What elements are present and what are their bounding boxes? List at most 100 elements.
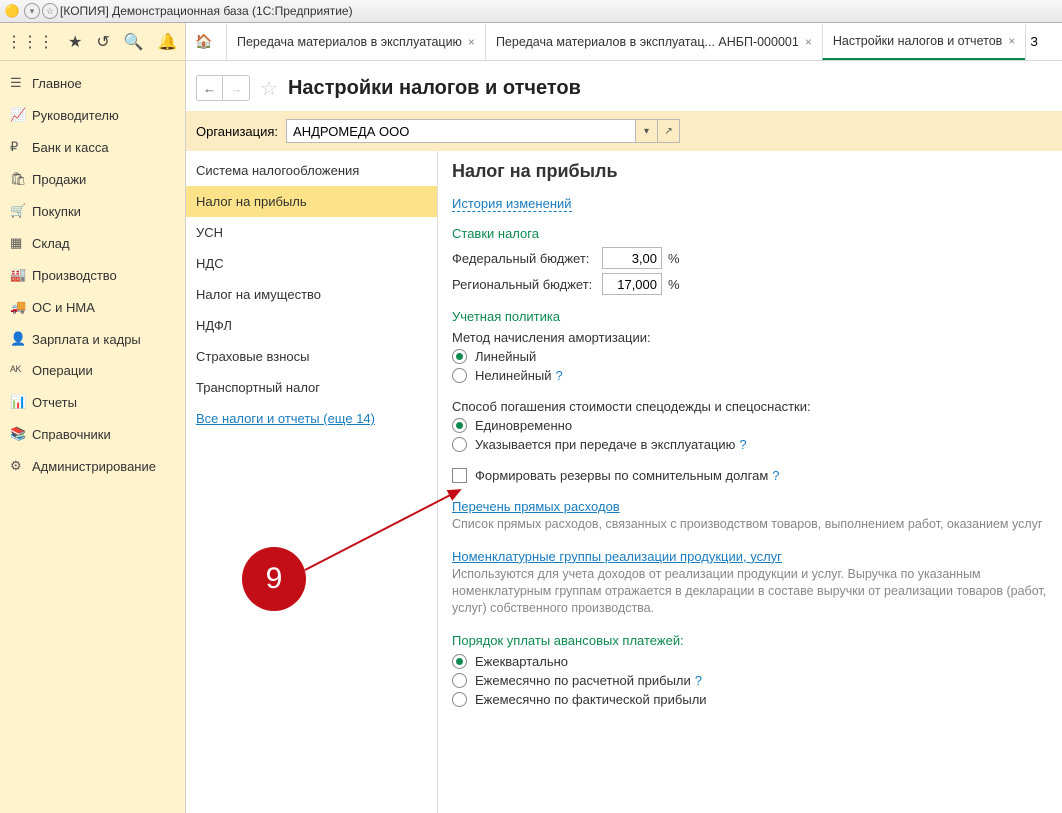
nav-label: Операции (32, 363, 93, 378)
reg-input[interactable] (602, 273, 662, 295)
subnav-item-4[interactable]: Налог на имущество (186, 279, 437, 310)
amort-opt-nonlinear: Нелинейный (475, 368, 552, 383)
nav-item-11[interactable]: 📚Справочники (0, 418, 185, 450)
subnav-item-0[interactable]: Система налогообложения (186, 155, 437, 186)
subnav-item-6[interactable]: Страховые взносы (186, 341, 437, 372)
nav-icon: 🚚 (10, 299, 32, 315)
tab-label: Передача материалов в эксплуатац... АНБП… (496, 35, 799, 49)
spets-radio-once[interactable] (452, 418, 467, 433)
org-input[interactable] (286, 119, 636, 143)
close-icon[interactable]: × (468, 35, 475, 49)
nav-label: Покупки (32, 204, 81, 219)
subnav-item-7[interactable]: Транспортный налог (186, 372, 437, 403)
subnav-item-5[interactable]: НДФЛ (186, 310, 437, 341)
org-label: Организация: (196, 124, 278, 139)
fed-input[interactable] (602, 247, 662, 269)
subnav-item-2[interactable]: УСН (186, 217, 437, 248)
page-title: Настройки налогов и отчетов (288, 77, 581, 100)
search-icon[interactable]: 🔍 (124, 32, 144, 52)
apps-icon[interactable]: ⋮⋮⋮ (6, 32, 54, 52)
nav-label: Производство (32, 268, 117, 283)
advance-radio-quarterly[interactable] (452, 654, 467, 669)
window-title-bar: 🟡 ▾ ☆ [КОПИЯ] Демонстрационная база (1С:… (0, 0, 1062, 23)
advance-opt-2: Ежемесячно по фактической прибыли (475, 692, 707, 707)
spets-opt-once: Единовременно (475, 418, 572, 433)
nav-item-4[interactable]: 🛒Покупки (0, 195, 185, 227)
direct-expenses-link[interactable]: Перечень прямых расходов (452, 499, 620, 514)
close-icon[interactable]: × (805, 35, 812, 49)
nav-item-12[interactable]: ⚙Администрирование (0, 450, 185, 482)
spets-radio-transfer[interactable] (452, 437, 467, 452)
help-icon[interactable]: ? (772, 468, 779, 483)
nav-label: ОС и НМА (32, 300, 95, 315)
advance-heading: Порядок уплаты авансовых платежей: (452, 633, 1048, 648)
tab-1[interactable]: Передача материалов в эксплуатац... АНБП… (485, 24, 822, 60)
percent-2: % (668, 277, 680, 292)
nav-icon: 🛒 (10, 203, 32, 219)
nav-label: Банк и касса (32, 140, 109, 155)
tab-2[interactable]: Настройки налогов и отчетов× (822, 24, 1025, 60)
close-icon[interactable]: × (1008, 34, 1015, 48)
nav-label: Продажи (32, 172, 86, 187)
amort-radio-linear[interactable] (452, 349, 467, 364)
title-favorite-btn[interactable]: ☆ (42, 3, 58, 19)
nav-icon: 📊 (10, 394, 32, 410)
advance-radio-monthly-actual[interactable] (452, 692, 467, 707)
forward-button[interactable]: → (223, 76, 249, 100)
favorite-toggle-icon[interactable]: ☆ (260, 76, 278, 101)
reserve-label: Формировать резервы по сомнительным долг… (475, 468, 768, 483)
org-open-button[interactable]: ↗ (658, 119, 680, 143)
fed-label: Федеральный бюджет: (452, 251, 602, 266)
nav-label: Главное (32, 76, 82, 91)
nav-item-5[interactable]: ▦Склад (0, 227, 185, 259)
policy-heading: Учетная политика (452, 309, 1048, 324)
nav-item-0[interactable]: ☰Главное (0, 67, 185, 99)
subnav-item-1[interactable]: Налог на прибыль (186, 186, 437, 217)
nav-item-2[interactable]: ₽Банк и касса (0, 131, 185, 163)
nav-item-9[interactable]: ᴬᴷОперации (0, 355, 185, 386)
amort-radio-nonlinear[interactable] (452, 368, 467, 383)
nom-groups-link[interactable]: Номенклатурные группы реализации продукц… (452, 549, 782, 564)
nav-icon: 🏭 (10, 267, 32, 283)
org-dropdown-button[interactable]: ▾ (636, 119, 658, 143)
tab-overflow[interactable]: З (1025, 24, 1039, 60)
title-back-btn[interactable]: ▾ (24, 3, 40, 19)
nav-item-7[interactable]: 🚚ОС и НМА (0, 291, 185, 323)
nom-hint: Используются для учета доходов от реализ… (452, 566, 1048, 617)
nav-item-8[interactable]: 👤Зарплата и кадры (0, 323, 185, 355)
nav-icon: 📈 (10, 107, 32, 123)
reg-label: Региональный бюджет: (452, 277, 602, 292)
annotation-marker: 9 (242, 547, 306, 611)
history-link[interactable]: История изменений (452, 196, 572, 212)
nav-icon: ⚙ (10, 458, 32, 474)
nav-item-10[interactable]: 📊Отчеты (0, 386, 185, 418)
history-icon[interactable]: ↺ (96, 32, 109, 52)
advance-opt-1: Ежемесячно по расчетной прибыли (475, 673, 691, 688)
percent-1: % (668, 251, 680, 266)
nav-item-1[interactable]: 📈Руководителю (0, 99, 185, 131)
home-button[interactable]: 🏠 (192, 33, 216, 50)
nav-icon: 👤 (10, 331, 32, 347)
nav-item-6[interactable]: 🏭Производство (0, 259, 185, 291)
spets-label: Способ погашения стоимости спецодежды и … (452, 399, 1048, 414)
nav-label: Отчеты (32, 395, 77, 410)
back-button[interactable]: ← (197, 76, 223, 100)
help-icon[interactable]: ? (695, 673, 702, 688)
tab-0[interactable]: Передача материалов в эксплуатацию× (226, 24, 485, 60)
all-taxes-link[interactable]: Все налоги и отчеты (еще 14) (186, 403, 437, 434)
form-heading: Налог на прибыль (452, 161, 1048, 182)
nav-icon: ▦ (10, 235, 32, 251)
app-icon: 🟡 (4, 3, 20, 19)
help-icon[interactable]: ? (739, 437, 746, 452)
subnav-item-3[interactable]: НДС (186, 248, 437, 279)
star-icon[interactable]: ★ (68, 32, 82, 52)
nav-label: Склад (32, 236, 70, 251)
sidebar-toolbar: ⋮⋮⋮ ★ ↺ 🔍 🔔 (0, 23, 185, 61)
advance-radio-monthly-calc[interactable] (452, 673, 467, 688)
sidebar: ⋮⋮⋮ ★ ↺ 🔍 🔔 ☰Главное📈Руководителю₽Банк и… (0, 23, 186, 813)
help-icon[interactable]: ? (556, 368, 563, 383)
reserve-checkbox[interactable] (452, 468, 467, 483)
bell-icon[interactable]: 🔔 (158, 32, 178, 52)
nav-label: Администрирование (32, 459, 156, 474)
nav-item-3[interactable]: 🛍Продажи (0, 163, 185, 195)
